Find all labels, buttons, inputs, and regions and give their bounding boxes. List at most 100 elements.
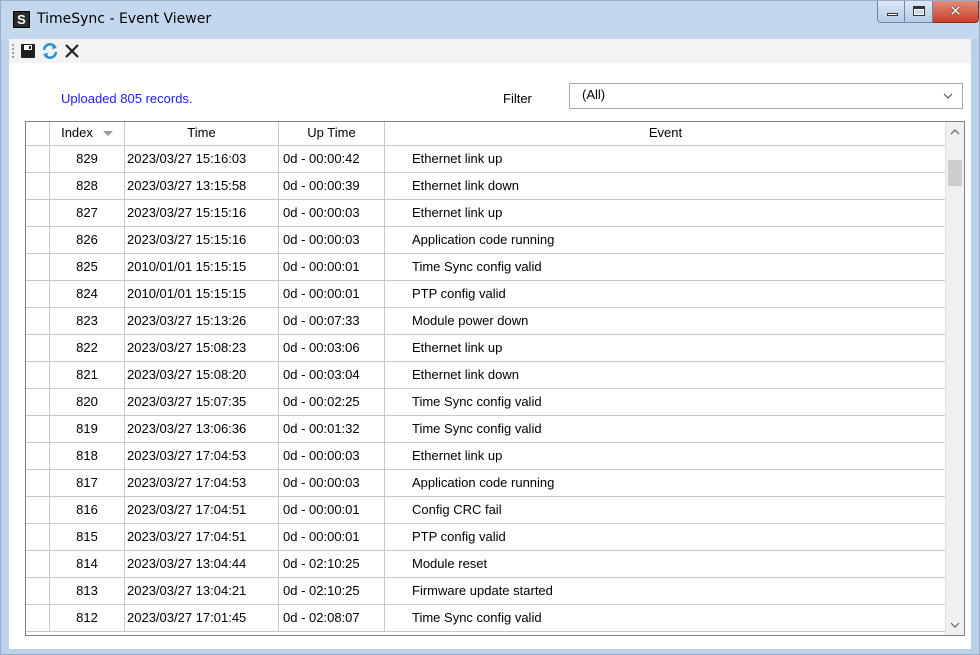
table-row[interactable]: 816 2023/03/27 17:04:51 0d - 00:00:01 Confi…	[26, 497, 946, 524]
event-cell[interactable]: Ethernet link down	[385, 173, 946, 199]
app-icon[interactable]: S	[13, 11, 30, 28]
row-selector-cell[interactable]	[26, 308, 50, 334]
event-cell[interactable]: Application code running	[385, 227, 946, 253]
time-cell[interactable]: 2023/03/27 17:01:45	[125, 605, 279, 631]
index-cell[interactable]: 821	[50, 362, 125, 388]
time-cell[interactable]: 2023/03/27 15:08:23	[125, 335, 279, 361]
uptime-cell[interactable]: 0d - 02:10:25	[279, 578, 385, 604]
time-cell[interactable]: 2023/03/27 15:15:16	[125, 227, 279, 253]
event-cell[interactable]: Ethernet link up	[385, 335, 946, 361]
table-row[interactable]: 818 2023/03/27 17:04:53 0d - 00:00:03 Ether…	[26, 443, 946, 470]
uptime-cell[interactable]: 0d - 00:00:39	[279, 173, 385, 199]
row-selector-cell[interactable]	[26, 497, 50, 523]
index-cell[interactable]: 824	[50, 281, 125, 307]
column-header-uptime[interactable]: Up Time	[279, 122, 385, 146]
time-cell[interactable]: 2023/03/27 13:15:58	[125, 173, 279, 199]
index-cell[interactable]: 816	[50, 497, 125, 523]
uptime-cell[interactable]: 0d - 00:00:03	[279, 200, 385, 226]
time-cell[interactable]: 2023/03/27 15:16:03	[125, 146, 279, 172]
column-header-event[interactable]: Event	[385, 122, 946, 146]
index-cell[interactable]: 815	[50, 524, 125, 550]
row-selector-header[interactable]	[26, 122, 50, 146]
vertical-scrollbar[interactable]	[945, 122, 964, 635]
uptime-cell[interactable]: 0d - 00:02:25	[279, 389, 385, 415]
index-cell[interactable]: 823	[50, 308, 125, 334]
event-cell[interactable]: Ethernet link up	[385, 146, 946, 172]
uptime-cell[interactable]: 0d - 00:00:42	[279, 146, 385, 172]
table-row[interactable]: 819 2023/03/27 13:06:36 0d - 00:01:32 Time …	[26, 416, 946, 443]
uptime-cell[interactable]: 0d - 00:00:03	[279, 470, 385, 496]
table-row[interactable]: 827 2023/03/27 15:15:16 0d - 00:00:03 Ether…	[26, 200, 946, 227]
row-selector-cell[interactable]	[26, 443, 50, 469]
event-cell[interactable]: Time Sync config valid	[385, 605, 946, 631]
table-row[interactable]: 825 2010/01/01 15:15:15 0d - 00:00:01 Time …	[26, 254, 946, 281]
event-cell[interactable]: Application code running	[385, 470, 946, 496]
table-row[interactable]: 824 2010/01/01 15:15:15 0d - 00:00:01 PTP c…	[26, 281, 946, 308]
uptime-cell[interactable]: 0d - 00:00:01	[279, 281, 385, 307]
uptime-cell[interactable]: 0d - 00:00:01	[279, 497, 385, 523]
time-cell[interactable]: 2023/03/27 17:04:53	[125, 470, 279, 496]
index-cell[interactable]: 812	[50, 605, 125, 631]
table-row[interactable]: 822 2023/03/27 15:08:23 0d - 00:03:06 Ether…	[26, 335, 946, 362]
close-button[interactable]: ✕	[933, 1, 979, 23]
event-cell[interactable]: Time Sync config valid	[385, 389, 946, 415]
uptime-cell[interactable]: 0d - 00:07:33	[279, 308, 385, 334]
table-row[interactable]: 812 2023/03/27 17:01:45 0d - 02:08:07 Time …	[26, 605, 946, 632]
row-selector-cell[interactable]	[26, 605, 50, 631]
table-row[interactable]: 814 2023/03/27 13:04:44 0d - 02:10:25 Modul…	[26, 551, 946, 578]
time-cell[interactable]: 2023/03/27 13:04:21	[125, 578, 279, 604]
table-row[interactable]: 820 2023/03/27 15:07:35 0d - 00:02:25 Time …	[26, 389, 946, 416]
index-cell[interactable]: 813	[50, 578, 125, 604]
event-cell[interactable]: PTP config valid	[385, 524, 946, 550]
index-cell[interactable]: 822	[50, 335, 125, 361]
index-cell[interactable]: 825	[50, 254, 125, 280]
uptime-cell[interactable]: 0d - 00:00:03	[279, 227, 385, 253]
row-selector-cell[interactable]	[26, 551, 50, 577]
uptime-cell[interactable]: 0d - 02:10:25	[279, 551, 385, 577]
row-selector-cell[interactable]	[26, 254, 50, 280]
uptime-cell[interactable]: 0d - 02:08:07	[279, 605, 385, 631]
scroll-down-button[interactable]	[946, 615, 964, 635]
index-cell[interactable]: 818	[50, 443, 125, 469]
table-row[interactable]: 823 2023/03/27 15:13:26 0d - 00:07:33 Modul…	[26, 308, 946, 335]
event-cell[interactable]: PTP config valid	[385, 281, 946, 307]
uptime-cell[interactable]: 0d - 00:00:01	[279, 254, 385, 280]
event-cell[interactable]: Time Sync config valid	[385, 254, 946, 280]
event-cell[interactable]: Config CRC fail	[385, 497, 946, 523]
index-cell[interactable]: 814	[50, 551, 125, 577]
save-button[interactable]	[19, 42, 37, 60]
column-header-index[interactable]: Index	[50, 122, 125, 146]
filter-dropdown[interactable]: (All)	[569, 83, 963, 109]
uptime-cell[interactable]: 0d - 00:00:01	[279, 524, 385, 550]
table-row[interactable]: 829 2023/03/27 15:16:03 0d - 00:00:42 Ether…	[26, 146, 946, 173]
time-cell[interactable]: 2010/01/01 15:15:15	[125, 254, 279, 280]
uptime-cell[interactable]: 0d - 00:03:04	[279, 362, 385, 388]
uptime-cell[interactable]: 0d - 00:00:03	[279, 443, 385, 469]
event-cell[interactable]: Firmware update started	[385, 578, 946, 604]
row-selector-cell[interactable]	[26, 335, 50, 361]
time-cell[interactable]: 2010/01/01 15:15:15	[125, 281, 279, 307]
time-cell[interactable]: 2023/03/27 15:08:20	[125, 362, 279, 388]
scroll-up-button[interactable]	[946, 122, 964, 142]
toolbar-grip[interactable]	[12, 44, 14, 58]
index-cell[interactable]: 820	[50, 389, 125, 415]
time-cell[interactable]: 2023/03/27 15:13:26	[125, 308, 279, 334]
time-cell[interactable]: 2023/03/27 17:04:51	[125, 497, 279, 523]
row-selector-cell[interactable]	[26, 200, 50, 226]
time-cell[interactable]: 2023/03/27 13:06:36	[125, 416, 279, 442]
time-cell[interactable]: 2023/03/27 17:04:53	[125, 443, 279, 469]
column-header-time[interactable]: Time	[125, 122, 279, 146]
event-cell[interactable]: Ethernet link up	[385, 200, 946, 226]
event-cell[interactable]: Ethernet link up	[385, 443, 946, 469]
row-selector-cell[interactable]	[26, 416, 50, 442]
row-selector-cell[interactable]	[26, 281, 50, 307]
index-cell[interactable]: 819	[50, 416, 125, 442]
time-cell[interactable]: 2023/03/27 15:15:16	[125, 200, 279, 226]
index-cell[interactable]: 827	[50, 200, 125, 226]
row-selector-cell[interactable]	[26, 227, 50, 253]
row-selector-cell[interactable]	[26, 146, 50, 172]
index-cell[interactable]: 829	[50, 146, 125, 172]
uptime-cell[interactable]: 0d - 00:03:06	[279, 335, 385, 361]
table-row[interactable]: 817 2023/03/27 17:04:53 0d - 00:00:03 Appli…	[26, 470, 946, 497]
event-cell[interactable]: Time Sync config valid	[385, 416, 946, 442]
